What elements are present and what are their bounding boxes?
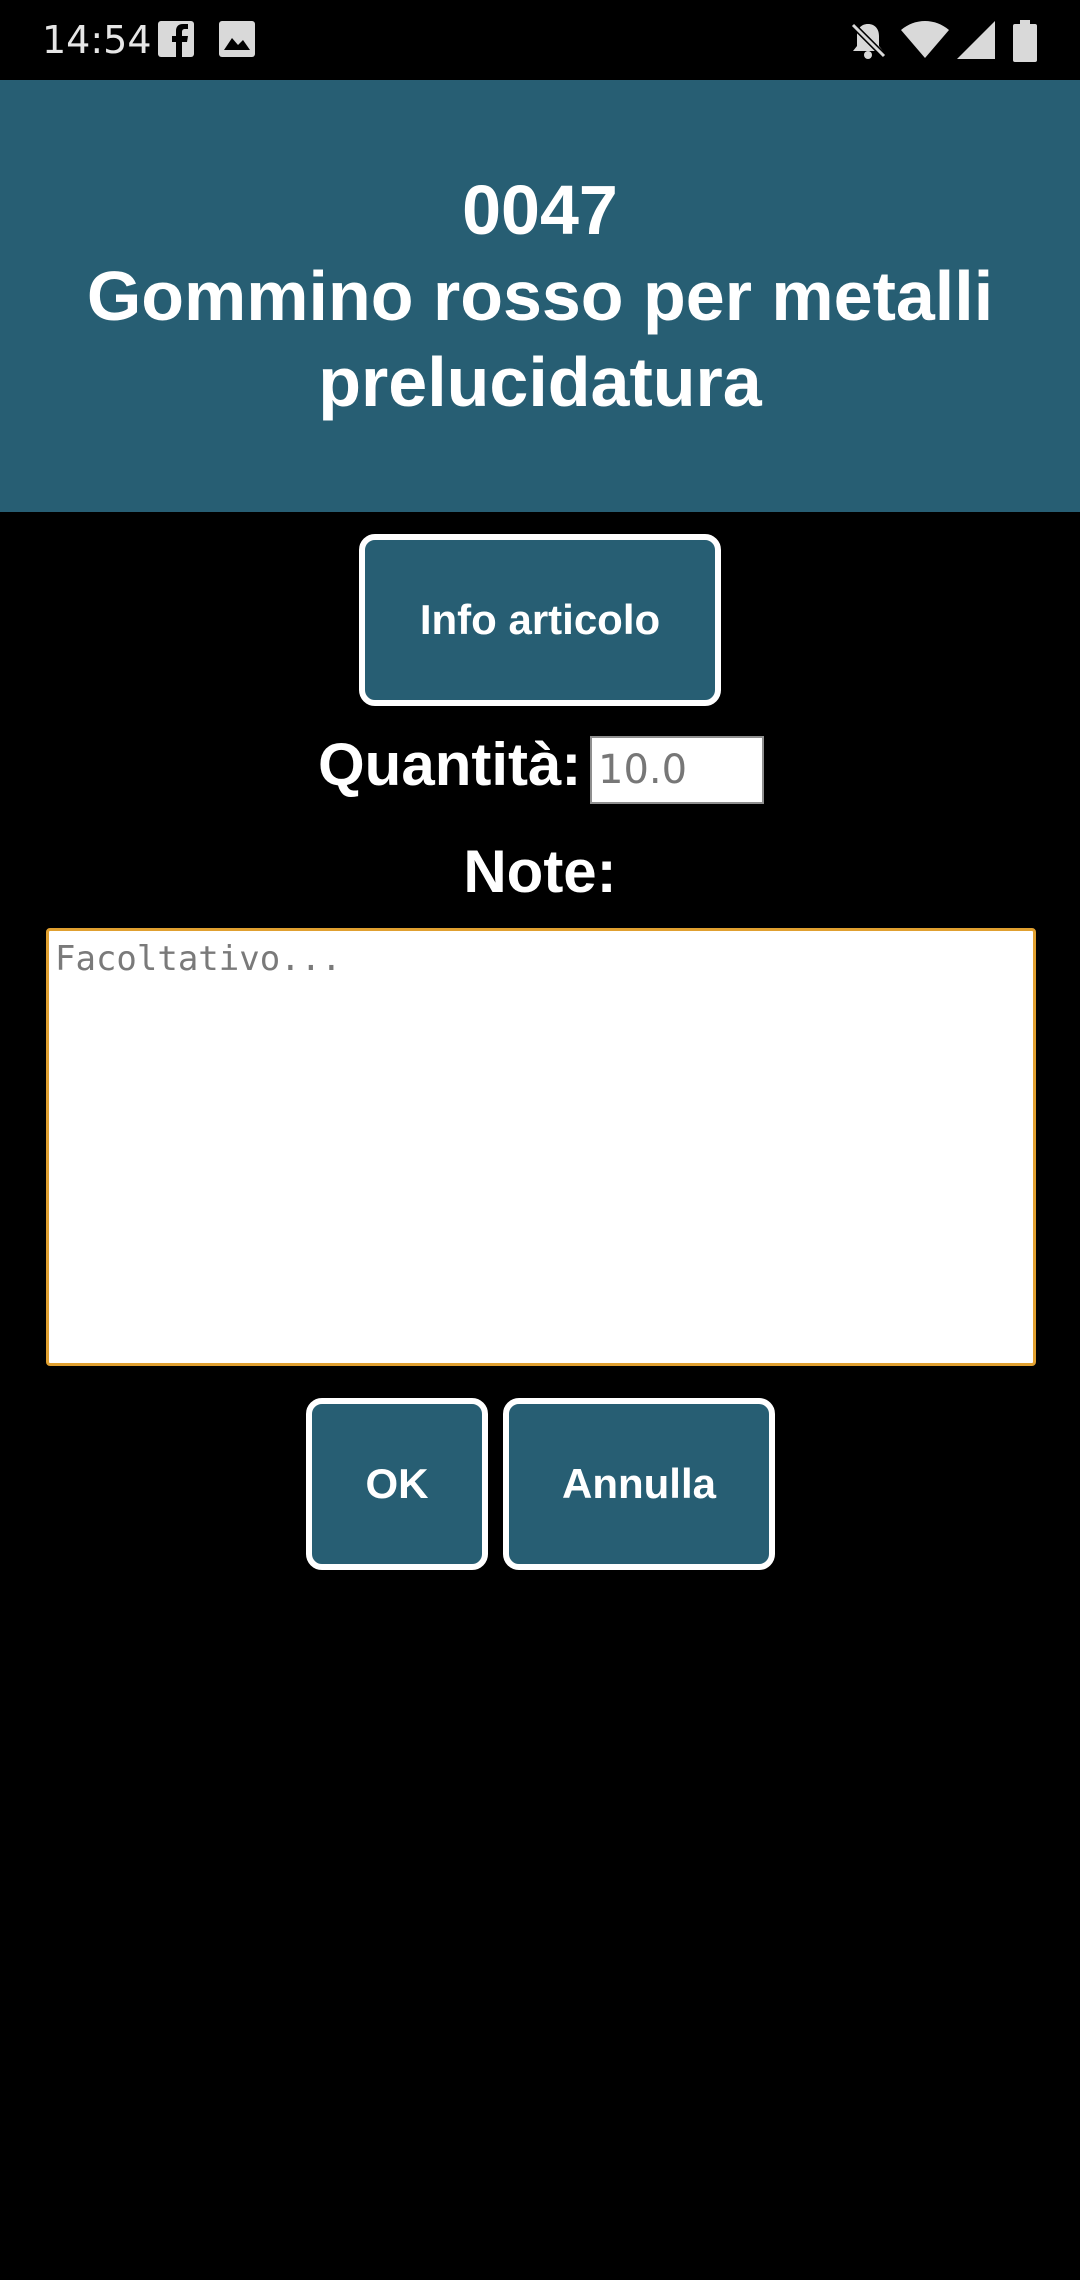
- item-name: Gommino rosso per metalli prelucidatura: [86, 257, 994, 421]
- quantity-input[interactable]: [590, 736, 764, 804]
- cancel-button[interactable]: Annulla: [503, 1398, 775, 1570]
- battery-icon: [1012, 20, 1038, 67]
- status-time: 14:54: [42, 18, 152, 62]
- ok-button[interactable]: OK: [306, 1398, 488, 1570]
- status-bar: 14:54: [0, 0, 1080, 80]
- notifications-off-icon: [848, 20, 888, 65]
- notes-label: Note:: [463, 838, 617, 905]
- notes-textarea[interactable]: [46, 928, 1036, 1366]
- wifi-icon: [900, 20, 950, 65]
- facebook-icon: [157, 20, 195, 63]
- image-icon: [218, 20, 256, 63]
- info-article-button[interactable]: Info articolo: [359, 534, 721, 706]
- item-code: 0047: [462, 171, 618, 249]
- signal-icon: [956, 20, 996, 65]
- quantity-row: Quantità:: [0, 726, 1080, 806]
- item-header: 0047 Gommino rosso per metalli prelucida…: [0, 80, 1080, 512]
- quantity-label: Quantità:: [318, 731, 582, 798]
